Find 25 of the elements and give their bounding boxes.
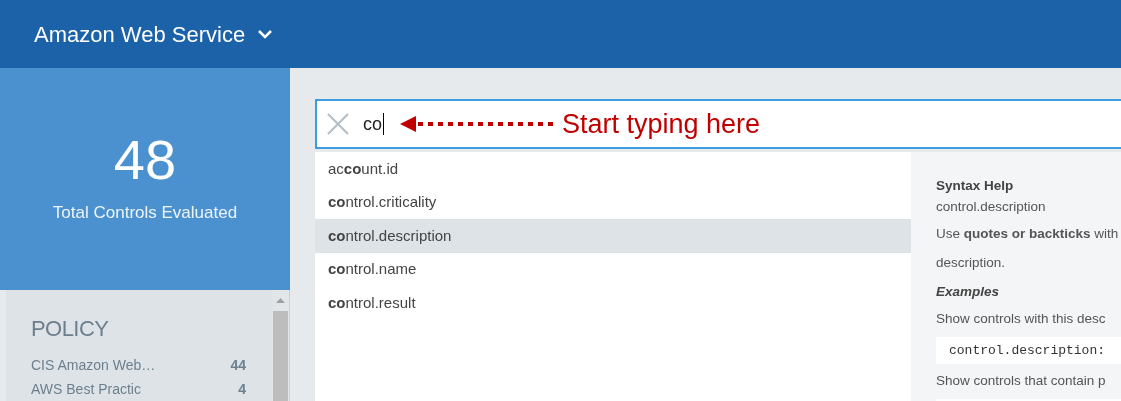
search-field[interactable]: co Start typing here: [315, 99, 1121, 149]
chevron-down-icon: [257, 29, 274, 39]
help-text: Show controls that contain p: [936, 372, 1107, 390]
help-heading: Examples: [936, 283, 1001, 301]
total-label: Total Controls Evaluated: [52, 202, 238, 225]
clear-icon[interactable]: [327, 113, 349, 135]
section-heading: POLICY: [31, 315, 110, 343]
arrow-icon: [400, 116, 556, 132]
suggestion-item[interactable]: control.criticality: [315, 185, 911, 219]
search-value: co: [363, 113, 384, 135]
annotation-text: Start typing here: [562, 107, 761, 141]
suggestion-item[interactable]: control.name: [315, 252, 911, 286]
help-text: description.: [936, 254, 1007, 272]
help-text: Use quotes or backticks with: [936, 225, 1120, 243]
scroll-up-icon[interactable]: [276, 298, 285, 303]
help-text: Show controls with this desc: [936, 310, 1107, 328]
suggestion-item[interactable]: control.description: [315, 219, 911, 253]
suggestion-item[interactable]: control.result: [315, 286, 911, 320]
help-title: Syntax Help: [936, 177, 1015, 195]
help-field: control.description: [936, 196, 1121, 217]
total-count: 48: [113, 132, 177, 189]
code-example: control.description:: [936, 337, 1121, 364]
account-dropdown[interactable]: Amazon Web Service: [34, 17, 274, 51]
scrollbar[interactable]: [272, 290, 289, 401]
suggestion-item[interactable]: account.id: [315, 152, 911, 186]
